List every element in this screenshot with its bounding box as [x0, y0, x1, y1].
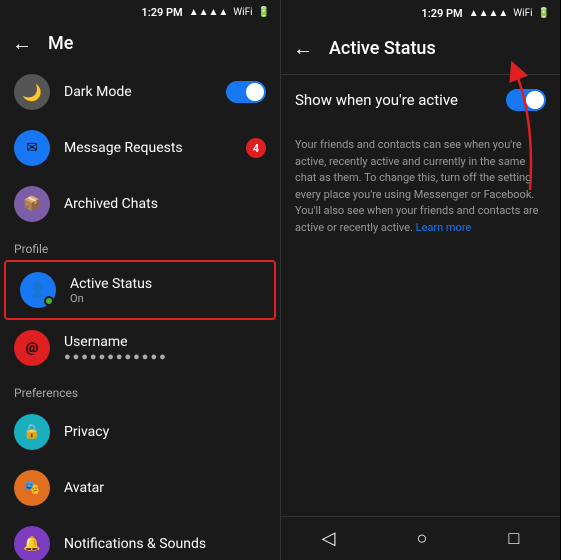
message-requests-badge: 4 — [246, 138, 266, 158]
learn-more-link[interactable]: Learn more — [416, 221, 472, 234]
menu-item-dark-mode[interactable]: 🌙 Dark Mode — [0, 64, 280, 120]
active-status-labels: Active Status On — [70, 276, 152, 305]
username-labels: Username ●●●●●●●●●●●● — [64, 334, 168, 363]
dark-mode-icon: 🌙 — [14, 74, 50, 110]
active-status-icon-wrapper: 👤 — [20, 272, 56, 308]
wifi-icon: WiFi — [233, 7, 252, 18]
right-panel: 1:29 PM ▲▲▲▲ WiFi 🔋 ← Active Status Show… — [280, 0, 560, 560]
privacy-icon: 🔒 — [14, 414, 50, 450]
battery-icon-right: 🔋 — [538, 8, 550, 19]
active-status-toggle[interactable] — [506, 89, 546, 111]
menu-item-avatar[interactable]: 🎭 Avatar — [0, 460, 280, 516]
show-when-active-label: Show when you're active — [295, 91, 506, 109]
menu-item-privacy[interactable]: 🔒 Privacy — [0, 404, 280, 460]
active-status-sublabel: On — [70, 292, 152, 305]
left-header: ← Me — [0, 23, 280, 64]
status-icons-right: ▲▲▲▲ WiFi 🔋 — [469, 8, 550, 19]
menu-item-active-status[interactable]: 👤 Active Status On — [6, 262, 274, 318]
signal-icon-right: ▲▲▲▲ — [469, 8, 509, 19]
menu-item-username[interactable]: @ Username ●●●●●●●●●●●● — [0, 320, 280, 376]
archived-chats-icon: 📦 — [14, 186, 50, 222]
back-button-left[interactable]: ← — [12, 31, 32, 56]
toggle-knob — [246, 83, 264, 101]
menu-item-message-requests[interactable]: ✉ Message Requests 4 — [0, 120, 280, 176]
active-toggle-knob — [526, 91, 544, 109]
active-status-label: Active Status — [70, 276, 152, 292]
username-value: ●●●●●●●●●●●● — [64, 350, 168, 363]
archived-chats-label: Archived Chats — [64, 196, 266, 212]
message-requests-icon: ✉ — [14, 130, 50, 166]
left-panel: 1:29 PM ▲▲▲▲ WiFi 🔋 ← Me 🌙 Dark Mode ✉ M… — [0, 0, 280, 560]
status-bar-right: 1:29 PM ▲▲▲▲ WiFi 🔋 — [281, 0, 560, 24]
left-header-title: Me — [48, 33, 73, 54]
nav-recent-right[interactable]: □ — [489, 524, 540, 553]
divider-right — [281, 74, 560, 75]
avatar-icon: 🎭 — [14, 470, 50, 506]
active-status-description: Your friends and contacts can see when y… — [281, 127, 560, 246]
privacy-label: Privacy — [64, 424, 266, 440]
menu-item-archived-chats[interactable]: 📦 Archived Chats — [0, 176, 280, 232]
nav-bar-right: ◁ ○ □ — [281, 516, 560, 560]
nav-back-right[interactable]: ◁ — [302, 524, 356, 553]
status-bar-left: 1:29 PM ▲▲▲▲ WiFi 🔋 — [0, 0, 280, 23]
status-icons-left: ▲▲▲▲ WiFi 🔋 — [189, 7, 270, 18]
signal-icon: ▲▲▲▲ — [189, 7, 229, 18]
right-header-title: Active Status — [329, 38, 436, 59]
profile-section-label: Profile — [0, 232, 280, 260]
active-status-dot — [44, 296, 54, 306]
active-status-container: 👤 Active Status On — [4, 260, 276, 320]
active-status-toggle-row[interactable]: Show when you're active — [281, 77, 560, 123]
avatar-label: Avatar — [64, 480, 266, 496]
dark-mode-label: Dark Mode — [64, 84, 226, 100]
menu-item-notifications[interactable]: 🔔 Notifications & Sounds — [0, 516, 280, 560]
time-left: 1:29 PM — [141, 6, 182, 19]
notifications-label: Notifications & Sounds — [64, 536, 266, 552]
wifi-icon-right: WiFi — [513, 8, 532, 19]
username-icon: @ — [14, 330, 50, 366]
back-button-right[interactable]: ← — [293, 36, 313, 61]
notifications-icon: 🔔 — [14, 526, 50, 560]
description-text: Your friends and contacts can see when y… — [295, 138, 539, 234]
preferences-section-label: Preferences — [0, 376, 280, 404]
username-label: Username — [64, 334, 168, 350]
battery-icon: 🔋 — [258, 7, 270, 18]
message-requests-label: Message Requests — [64, 140, 246, 156]
dark-mode-toggle[interactable] — [226, 81, 266, 103]
time-right: 1:29 PM — [421, 7, 462, 20]
nav-home-right[interactable]: ○ — [397, 524, 448, 553]
right-header: ← Active Status — [281, 24, 560, 72]
